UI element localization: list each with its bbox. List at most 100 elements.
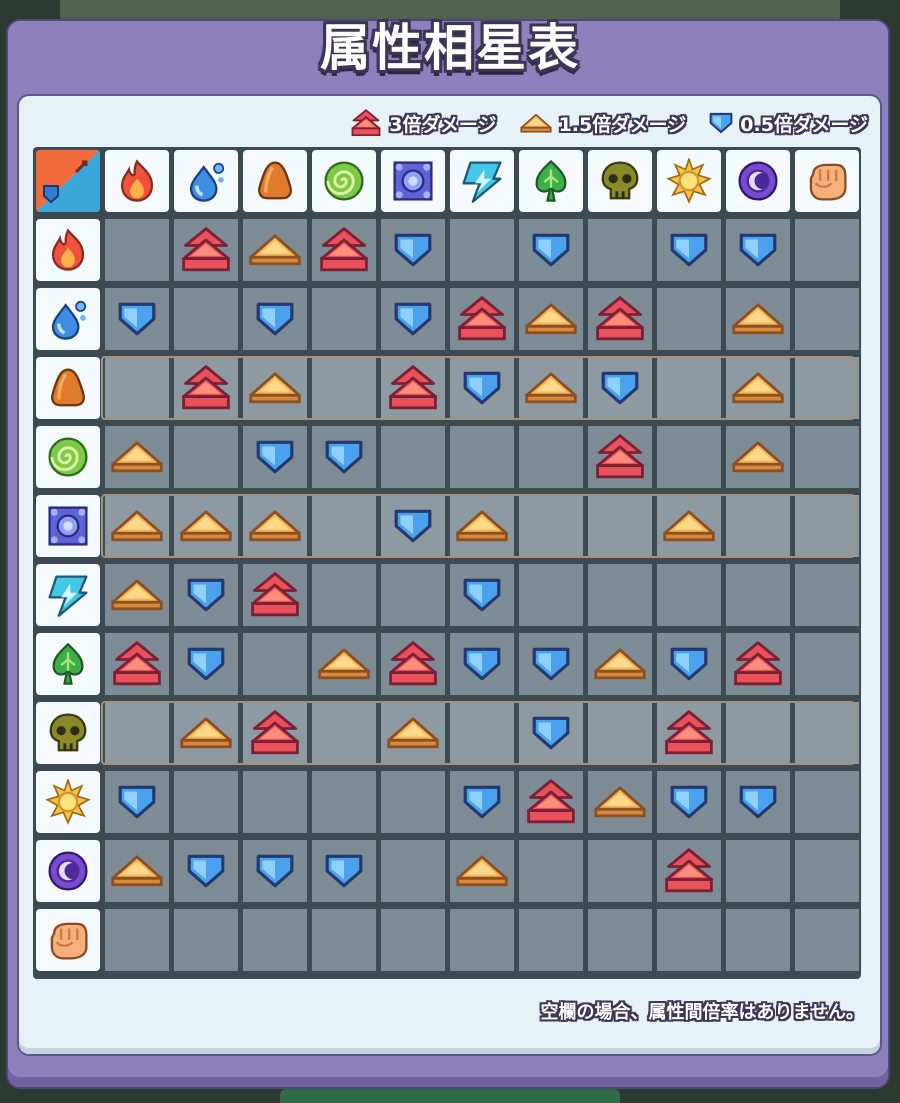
matchup-cell — [243, 288, 307, 350]
single-arrow-icon — [105, 426, 169, 488]
shield-down-icon — [450, 564, 514, 626]
matchup-cell — [795, 219, 859, 281]
row-header-fire — [36, 219, 100, 281]
matchup-cell — [795, 702, 859, 764]
attacker-defender-corner — [36, 150, 100, 212]
single-arrow-icon — [105, 495, 169, 557]
matchup-cell — [174, 633, 238, 695]
single-arrow-icon — [450, 840, 514, 902]
wind-icon — [45, 434, 91, 480]
matchup-cell — [243, 219, 307, 281]
matchup-cell — [519, 219, 583, 281]
single-arrow-icon — [312, 633, 376, 695]
matchup-cell — [657, 840, 721, 902]
single-arrow-icon — [243, 219, 307, 281]
shield-down-icon — [519, 702, 583, 764]
fire-icon — [45, 227, 91, 273]
matchup-cell — [312, 909, 376, 971]
nature-icon — [45, 641, 91, 687]
matchup-cell — [105, 495, 169, 557]
matchup-cell — [105, 702, 169, 764]
row-header-lightning — [36, 564, 100, 626]
legend-label: 3倍ダメージ — [389, 113, 497, 136]
matchup-cell — [243, 495, 307, 557]
row-header-arcane — [36, 495, 100, 557]
dark-icon — [735, 158, 781, 204]
row-header-nature — [36, 633, 100, 695]
matchup-cell — [726, 909, 790, 971]
matchup-cell — [243, 840, 307, 902]
triple-arrow-icon — [349, 108, 383, 139]
matchup-cell — [450, 495, 514, 557]
matchup-cell — [726, 564, 790, 626]
triple-arrow-icon — [174, 357, 238, 419]
shield-down-icon — [708, 110, 734, 136]
earth-icon — [45, 365, 91, 411]
matchup-cell — [381, 288, 445, 350]
matchup-cell — [312, 288, 376, 350]
matchup-cell — [243, 909, 307, 971]
single-arrow-icon — [726, 426, 790, 488]
legend-item-single: 1.5倍ダメージ — [519, 110, 686, 137]
matchup-cell — [795, 633, 859, 695]
shield-down-icon — [657, 219, 721, 281]
column-header-light — [657, 150, 721, 212]
shield-down-icon — [726, 219, 790, 281]
row-header-physical — [36, 909, 100, 971]
matchup-cell — [450, 357, 514, 419]
earth-icon — [252, 158, 298, 204]
matchup-cell — [243, 702, 307, 764]
row-header-poison — [36, 702, 100, 764]
matchup-cell — [657, 495, 721, 557]
matchup-cell — [450, 909, 514, 971]
single-arrow-icon — [243, 357, 307, 419]
matchup-cell — [519, 357, 583, 419]
matchup-cell — [381, 357, 445, 419]
single-arrow-icon — [726, 357, 790, 419]
triple-arrow-icon — [243, 564, 307, 626]
matchup-cell — [450, 219, 514, 281]
matchup-cell — [243, 564, 307, 626]
matchup-cell — [657, 219, 721, 281]
matchup-cell — [381, 771, 445, 833]
matchup-cell — [588, 909, 652, 971]
single-arrow-icon — [243, 495, 307, 557]
page-title: 属性相星表 — [320, 19, 580, 77]
matchup-cell — [795, 771, 859, 833]
lightning-icon — [459, 158, 505, 204]
triple-arrow-icon — [381, 633, 445, 695]
matchup-cell — [657, 357, 721, 419]
single-arrow-icon — [174, 495, 238, 557]
matchup-cell — [312, 702, 376, 764]
single-arrow-icon — [105, 564, 169, 626]
matchup-cell — [450, 633, 514, 695]
triple-arrow-icon — [243, 702, 307, 764]
matchup-cell — [450, 702, 514, 764]
matchup-cell — [243, 771, 307, 833]
poison-icon — [45, 710, 91, 756]
triple-arrow-icon — [450, 288, 514, 350]
water-icon — [183, 158, 229, 204]
matchup-cell — [381, 633, 445, 695]
triple-arrow-icon — [174, 219, 238, 281]
matchup-cell — [381, 840, 445, 902]
column-header-lightning — [450, 150, 514, 212]
shield-down-icon — [381, 288, 445, 350]
column-header-nature — [519, 150, 583, 212]
single-arrow-icon — [519, 288, 583, 350]
matchup-cell — [519, 495, 583, 557]
shield-down-icon — [174, 840, 238, 902]
matchup-cell — [726, 426, 790, 488]
single-arrow-icon — [657, 495, 721, 557]
matchup-cell — [588, 288, 652, 350]
matchup-cell — [312, 840, 376, 902]
single-arrow-icon — [519, 113, 553, 133]
matchup-cell — [726, 357, 790, 419]
matchup-cell — [174, 426, 238, 488]
shield-down-icon — [243, 288, 307, 350]
column-header-earth — [243, 150, 307, 212]
matchup-cell — [657, 564, 721, 626]
poison-icon — [597, 158, 643, 204]
column-header-arcane — [381, 150, 445, 212]
single-arrow-icon — [174, 702, 238, 764]
